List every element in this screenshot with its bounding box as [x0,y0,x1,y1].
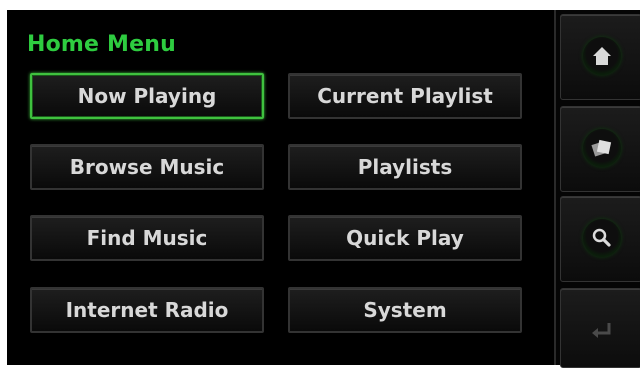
find-music-button[interactable]: Find Music [30,215,264,261]
enter-return-icon [592,323,611,338]
internet-radio-button[interactable]: Internet Radio [30,287,264,333]
browse-albums-button[interactable] [560,106,640,192]
search-icon [583,219,621,257]
playlists-button[interactable]: Playlists [288,144,522,190]
quick-play-button[interactable]: Quick Play [288,215,522,261]
current-playlist-button[interactable]: Current Playlist [288,73,522,119]
browse-music-button[interactable]: Browse Music [30,144,264,190]
sidebar [554,10,640,368]
search-button[interactable] [560,196,640,282]
albums-icon [583,129,621,167]
enter-button[interactable] [560,288,640,368]
home-menu-panel: Home Menu Now Playing Current Playlist B… [7,10,554,365]
now-playing-button[interactable]: Now Playing [30,73,264,119]
home-icon [583,37,621,75]
home-button[interactable] [560,14,640,100]
screen: Home Menu Now Playing Current Playlist B… [7,10,640,368]
system-button[interactable]: System [288,287,522,333]
page-title: Home Menu [27,32,176,57]
